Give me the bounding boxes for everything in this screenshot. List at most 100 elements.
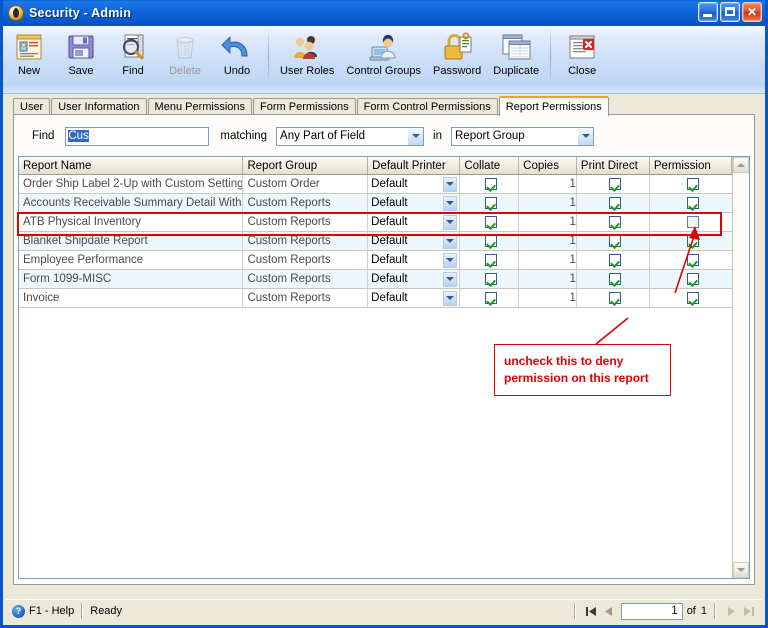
collate-checkbox[interactable]	[485, 215, 498, 228]
cell-print-direct-checkbox[interactable]	[576, 288, 650, 308]
tab-form-control-permissions[interactable]: Form Control Permissions	[356, 98, 498, 115]
matching-dropdown[interactable]: Any Part of Field	[276, 126, 425, 146]
print-direct-checkbox[interactable]	[608, 291, 621, 304]
toolbar-close-button[interactable]: Close	[556, 29, 608, 77]
chevron-down-icon[interactable]	[443, 252, 458, 268]
scrollbar-track[interactable]	[733, 173, 749, 562]
toolbar-control-groups-button[interactable]: Control Groups	[340, 29, 427, 77]
chevron-down-icon[interactable]	[443, 233, 458, 249]
search-input[interactable]: Cus	[65, 126, 210, 146]
tab-form-permissions[interactable]: Form Permissions	[253, 98, 356, 115]
cell-print-direct-checkbox[interactable]	[576, 250, 650, 270]
cell-permission-checkbox[interactable]	[649, 174, 732, 194]
cell-copies[interactable]: 1	[518, 193, 577, 213]
toolbar-delete-button[interactable]: Delete	[159, 29, 211, 77]
table-row[interactable]: Blanket Shipdate Report Custom Reports Def…	[19, 231, 732, 251]
collate-checkbox[interactable]	[485, 253, 498, 266]
cell-permission-checkbox[interactable]	[649, 250, 732, 270]
cell-report-group[interactable]: Custom Order	[242, 174, 369, 194]
collate-checkbox[interactable]	[485, 272, 498, 285]
cell-report-name[interactable]: Blanket Shipdate Report	[19, 231, 244, 251]
in-dropdown[interactable]: Report Group	[451, 126, 594, 146]
scroll-up-button[interactable]	[733, 157, 749, 173]
cell-report-name[interactable]: Employee Performance	[19, 250, 244, 270]
collate-checkbox[interactable]	[485, 196, 498, 209]
toolbar-duplicate-button[interactable]: Duplicate	[487, 29, 545, 77]
chevron-down-icon[interactable]	[443, 176, 458, 192]
cell-print-direct-checkbox[interactable]	[576, 269, 650, 289]
cell-permission-checkbox[interactable]	[649, 269, 732, 289]
table-row[interactable]: Employee Performance Custom Reports Defaul…	[19, 250, 732, 270]
cell-default-printer[interactable]: Default	[367, 193, 461, 213]
print-direct-checkbox[interactable]	[608, 253, 621, 266]
cell-permission-checkbox[interactable]	[649, 212, 732, 232]
cell-permission-checkbox[interactable]	[649, 288, 732, 308]
permission-checkbox[interactable]	[686, 272, 699, 285]
cell-permission-checkbox[interactable]	[649, 231, 732, 251]
permission-checkbox[interactable]	[686, 215, 699, 228]
cell-report-name[interactable]: Order Ship Label 2-Up with Custom Settin…	[19, 174, 244, 194]
column-header-permission[interactable]: Permission	[649, 157, 733, 175]
cell-report-group[interactable]: Custom Reports	[242, 269, 369, 289]
toolbar-new-button[interactable]: New	[3, 29, 55, 77]
collate-checkbox[interactable]	[485, 291, 498, 304]
column-header-collate[interactable]: Collate	[459, 157, 520, 175]
page-number-input[interactable]: 1	[620, 602, 683, 620]
maximize-button[interactable]	[720, 2, 740, 22]
column-header-report-name[interactable]: Report Name	[19, 157, 244, 175]
close-button[interactable]: ✕	[742, 2, 762, 22]
permission-checkbox[interactable]	[686, 177, 699, 190]
print-direct-checkbox[interactable]	[608, 177, 621, 190]
cell-report-group[interactable]: Custom Reports	[242, 193, 369, 213]
cell-default-printer[interactable]: Default	[367, 212, 461, 232]
grid-vertical-scrollbar[interactable]	[732, 157, 749, 578]
cell-copies[interactable]: 1	[518, 269, 577, 289]
cell-print-direct-checkbox[interactable]	[576, 212, 650, 232]
toolbar-user-roles-button[interactable]: User Roles	[274, 29, 340, 77]
cell-default-printer[interactable]: Default	[367, 250, 461, 270]
collate-checkbox[interactable]	[485, 177, 498, 190]
column-header-report-group[interactable]: Report Group	[242, 157, 369, 175]
table-row[interactable]: Order Ship Label 2-Up with Custom Settin…	[19, 174, 732, 194]
cell-report-group[interactable]: Custom Reports	[242, 212, 369, 232]
permission-checkbox[interactable]	[686, 291, 699, 304]
chevron-down-icon[interactable]	[443, 271, 458, 287]
chevron-down-icon[interactable]	[443, 195, 458, 211]
cell-copies[interactable]: 1	[518, 288, 577, 308]
toolbar-save-button[interactable]: Save	[55, 29, 107, 77]
tab-menu-permissions[interactable]: Menu Permissions	[147, 98, 253, 115]
permission-checkbox[interactable]	[686, 234, 699, 247]
last-record-icon[interactable]	[740, 603, 757, 620]
table-row[interactable]: Invoice Custom Reports Default 1	[19, 288, 732, 308]
cell-report-group[interactable]: Custom Reports	[242, 288, 369, 308]
cell-copies[interactable]: 1	[518, 212, 577, 232]
print-direct-checkbox[interactable]	[608, 215, 621, 228]
table-row[interactable]: Accounts Receivable Summary Detail With C…	[19, 193, 732, 213]
tab-report-permissions[interactable]: Report Permissions	[498, 96, 609, 116]
toolbar-undo-button[interactable]: Undo	[211, 29, 263, 77]
permission-checkbox[interactable]	[686, 253, 699, 266]
next-record-icon[interactable]	[723, 603, 740, 620]
cell-print-direct-checkbox[interactable]	[576, 231, 650, 251]
chevron-down-icon[interactable]	[443, 214, 458, 230]
cell-permission-checkbox[interactable]	[649, 193, 732, 213]
cell-report-name[interactable]: ATB Physical Inventory	[19, 212, 244, 232]
table-row[interactable]: ATB Physical Inventory Custom Reports Defa…	[19, 212, 732, 232]
cell-report-group[interactable]: Custom Reports	[242, 250, 369, 270]
cell-copies[interactable]: 1	[518, 174, 577, 194]
help-label[interactable]: F1 - Help	[29, 605, 74, 617]
toolbar-password-button[interactable]: Password	[427, 29, 487, 77]
cell-collate-checkbox[interactable]	[459, 288, 520, 308]
cell-print-direct-checkbox[interactable]	[576, 193, 650, 213]
column-header-default-printer[interactable]: Default Printer	[367, 157, 461, 175]
column-header-copies[interactable]: Copies	[518, 157, 577, 175]
cell-report-name[interactable]: Invoice	[19, 288, 244, 308]
cell-collate-checkbox[interactable]	[459, 212, 520, 232]
scroll-down-button[interactable]	[733, 562, 749, 578]
print-direct-checkbox[interactable]	[608, 272, 621, 285]
chevron-down-icon[interactable]	[443, 290, 458, 306]
cell-report-group[interactable]: Custom Reports	[242, 231, 369, 251]
cell-default-printer[interactable]: Default	[367, 269, 461, 289]
cell-report-name[interactable]: Accounts Receivable Summary Detail With	[19, 193, 244, 213]
tab-user[interactable]: User	[13, 98, 51, 115]
